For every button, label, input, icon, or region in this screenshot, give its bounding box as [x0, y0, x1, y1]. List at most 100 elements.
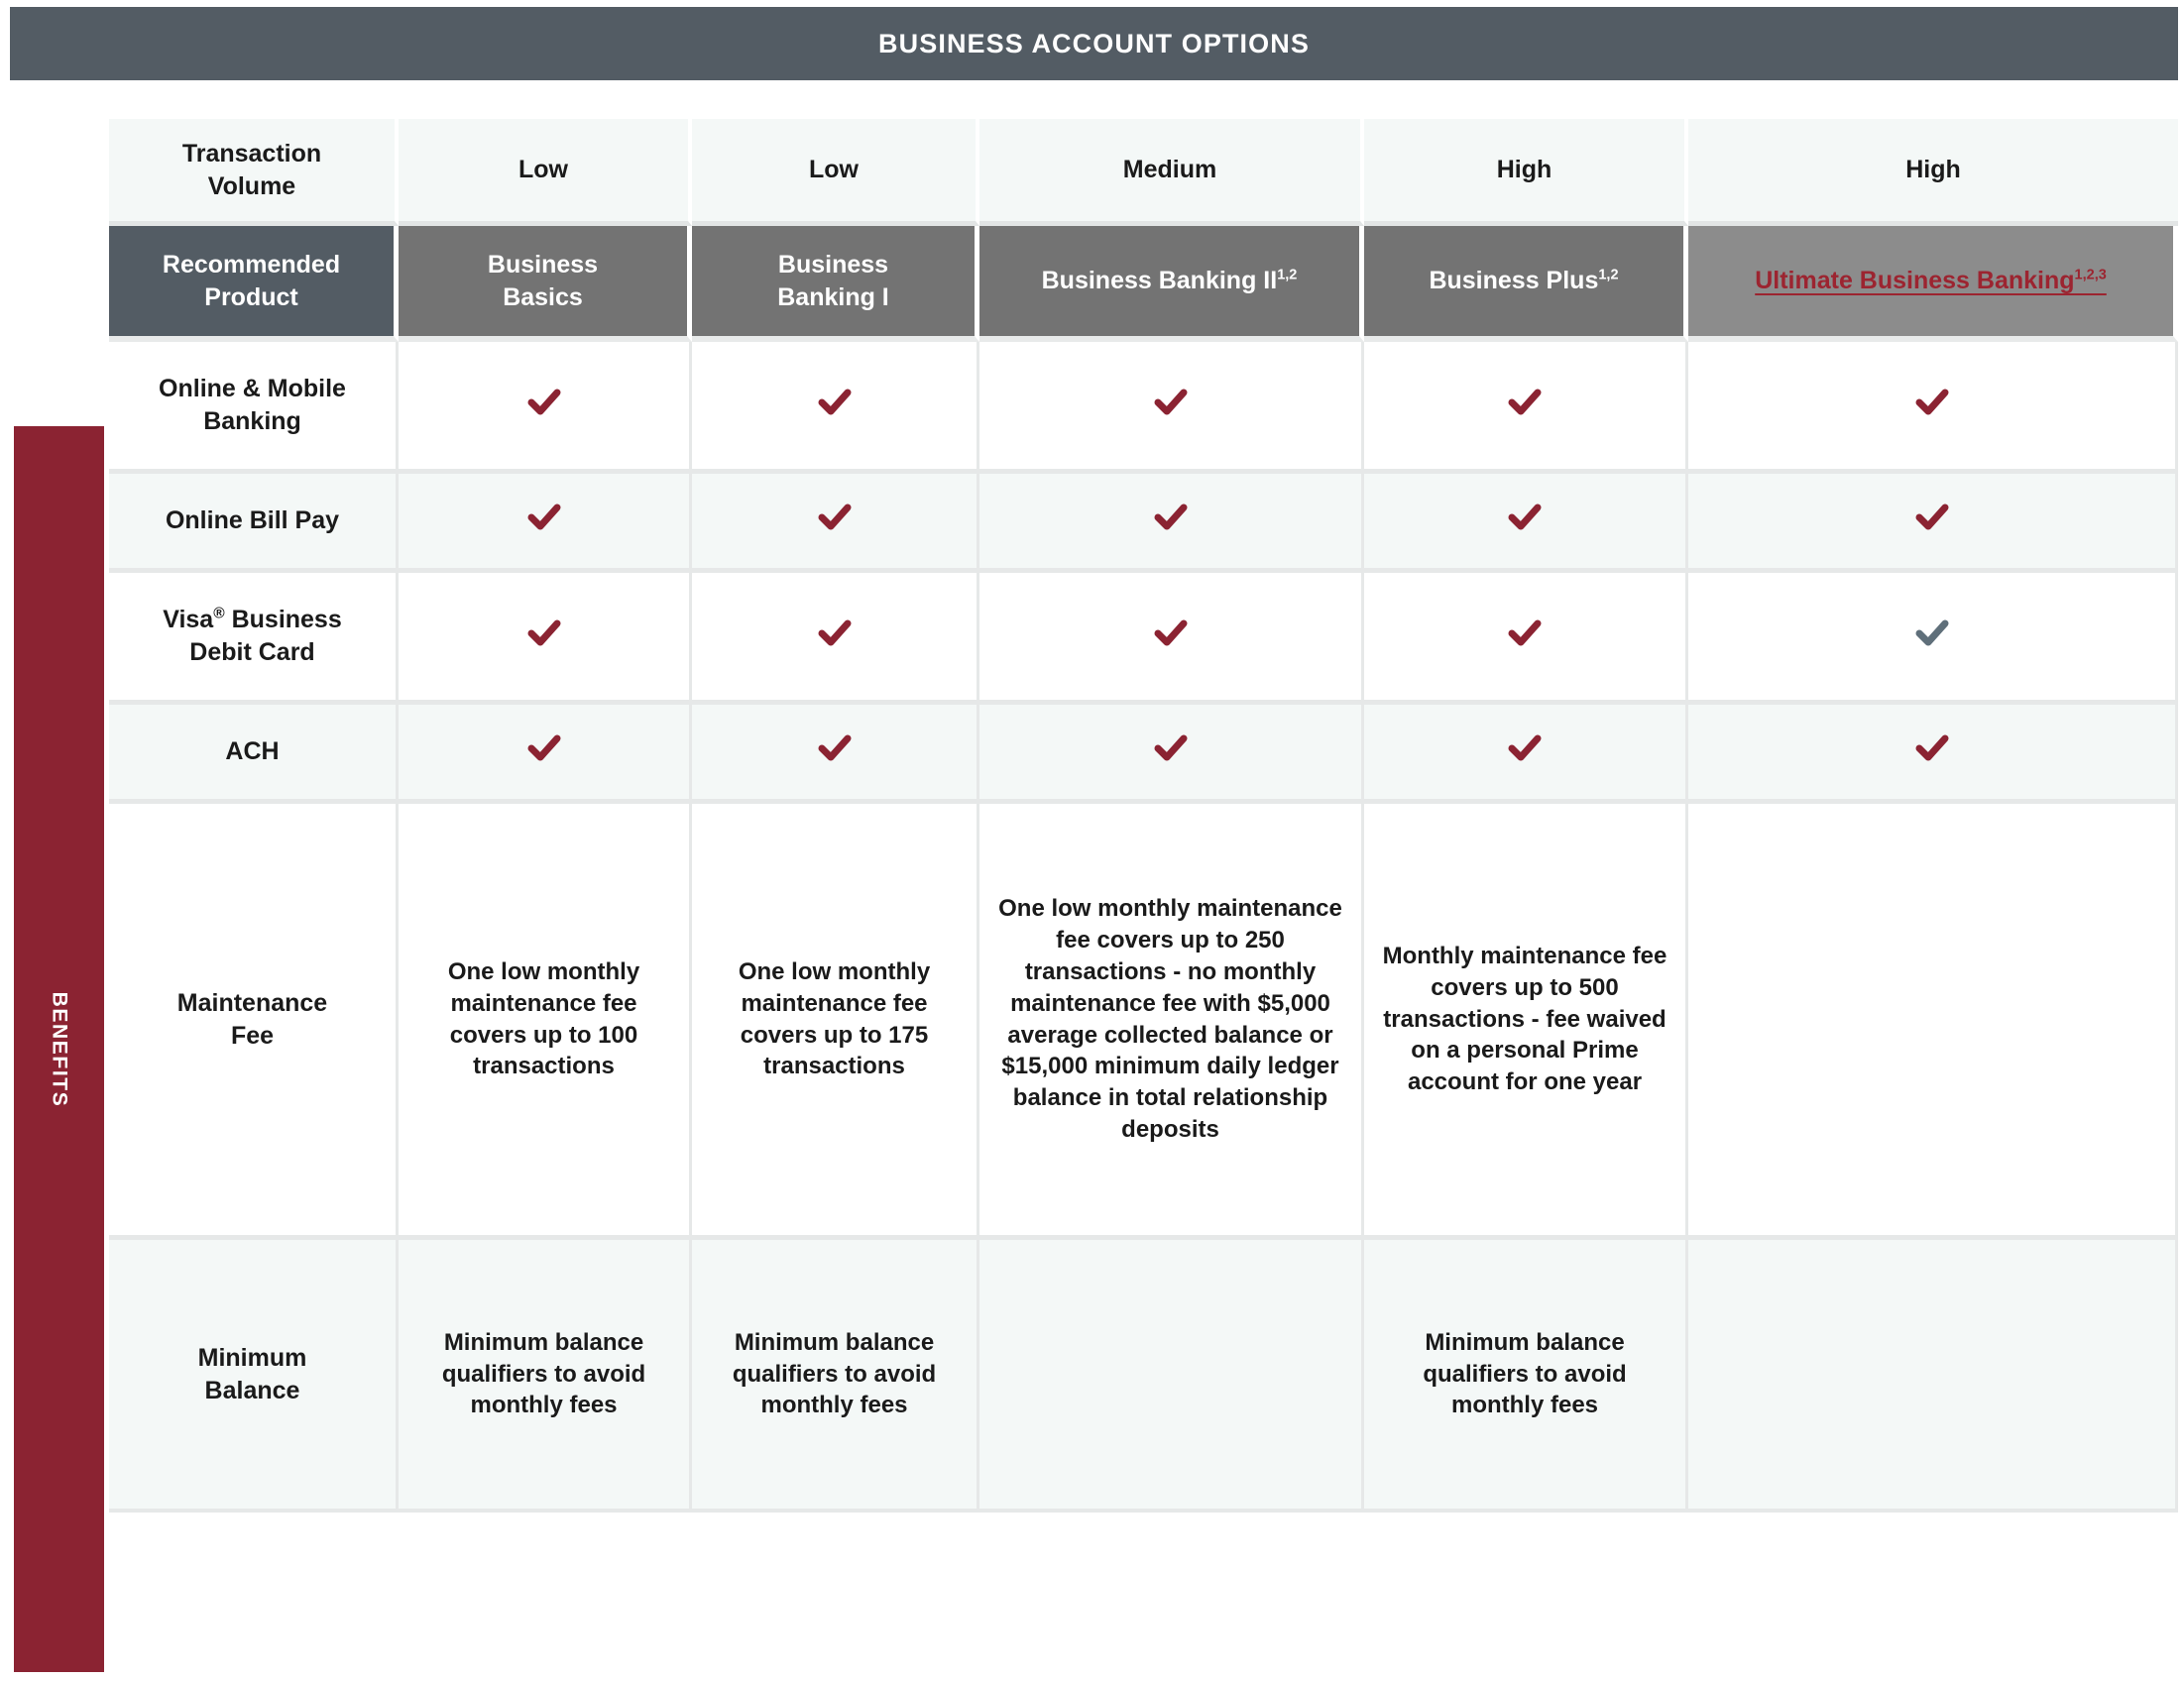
checkmark-icon [1503, 726, 1547, 769]
checkmark-icon [522, 380, 566, 423]
row-label-visa-suffix: Business [224, 606, 342, 633]
cell-volume-business-plus: High [1364, 119, 1688, 226]
cell-maintenance-fee-business-plus: Monthly maintenance fee covers up to 500… [1364, 804, 1688, 1240]
cell-maintenance-fee-ultimate-business-banking [1688, 804, 2178, 1240]
row-header-online-bill-pay: Online Bill Pay [109, 474, 399, 573]
comparison-table: Transaction Volume Low Low Medium High H… [109, 119, 2178, 1513]
cell-bill-pay-business-banking-i [692, 474, 979, 573]
row-label-line-1: ACH [225, 737, 280, 765]
product-header-business-banking-ii[interactable]: Business Banking II1,2 [979, 226, 1364, 342]
checkmark-icon [1910, 495, 1954, 538]
row-label-visa-prefix: Visa [163, 606, 214, 633]
cell-minimum-balance-business-banking-i: Minimum balance qualifiers to avoid mont… [692, 1240, 979, 1513]
ultimate-business-banking-link[interactable]: Ultimate Business Banking1,2,3 [1755, 267, 2107, 294]
row-label-line-1: Online & Mobile [159, 375, 346, 402]
product-name-line-1: Business [487, 250, 599, 279]
product-name-line-2: Basics [503, 282, 583, 311]
transaction-volume-line-1: Transaction [181, 139, 322, 168]
row-transaction-volume: Transaction Volume Low Low Medium High H… [109, 119, 2178, 226]
checkmark-icon [1910, 380, 1954, 423]
row-label-line-1: Online Bill Pay [165, 506, 340, 534]
cell-visa-debit-business-banking-i [692, 573, 979, 705]
cell-minimum-balance-business-plus: Minimum balance qualifiers to avoid mont… [1364, 1240, 1688, 1513]
checkmark-icon [1149, 495, 1193, 538]
row-label-line-2: Fee [230, 1021, 275, 1050]
product-header-business-plus[interactable]: Business Plus1,2 [1364, 226, 1688, 342]
product-name-line-1: Business [777, 250, 889, 279]
product-footnote-markers: 1,2 [1598, 267, 1619, 283]
checkmark-icon [1503, 380, 1547, 423]
checkmark-icon [522, 495, 566, 538]
checkmark-icon [1503, 495, 1547, 538]
row-header-minimum-balance: Minimum Balance [109, 1240, 399, 1513]
page-title-banner: BUSINESS ACCOUNT OPTIONS [10, 7, 2178, 80]
registered-trademark-icon: ® [213, 605, 225, 622]
comparison-table-wrap: Transaction Volume Low Low Medium High H… [109, 119, 2178, 1513]
cell-bill-pay-business-plus [1364, 474, 1688, 573]
product-name-line-2: Banking I [777, 282, 889, 311]
cell-bill-pay-business-banking-ii [979, 474, 1364, 573]
recommended-product-line-2: Product [204, 282, 298, 311]
row-header-maintenance-fee: Maintenance Fee [109, 804, 399, 1240]
cell-bill-pay-business-basics [399, 474, 692, 573]
checkmark-icon [813, 495, 857, 538]
row-header-transaction-volume: Transaction Volume [109, 119, 399, 226]
checkmark-icon [522, 611, 566, 654]
row-label-line-2: Banking [203, 407, 301, 435]
checkmark-icon [1149, 380, 1193, 423]
cell-online-mobile-business-plus [1364, 342, 1688, 474]
table-row: Visa® Business Debit Card [109, 573, 2178, 705]
cell-ach-ultimate-business-banking [1688, 705, 2178, 804]
transaction-volume-line-2: Volume [207, 171, 296, 200]
product-header-ultimate-business-banking[interactable]: Ultimate Business Banking1,2,3 [1688, 226, 2178, 342]
row-recommended-product: Recommended Product Business Basics Busi… [109, 226, 2178, 342]
table-row: ACH [109, 705, 2178, 804]
cell-bill-pay-ultimate-business-banking [1688, 474, 2178, 573]
cell-online-mobile-business-basics [399, 342, 692, 474]
row-label-line-2: Balance [204, 1376, 300, 1404]
row-label-line-1: Maintenance [176, 988, 328, 1017]
row-header-visa-business-debit-card: Visa® Business Debit Card [109, 573, 399, 705]
cell-maintenance-fee-business-banking-i: One low monthly maintenance fee covers u… [692, 804, 979, 1240]
cell-maintenance-fee-business-basics: One low monthly maintenance fee covers u… [399, 804, 692, 1240]
product-header-business-basics[interactable]: Business Basics [399, 226, 692, 342]
row-header-ach: ACH [109, 705, 399, 804]
cell-online-mobile-business-banking-i [692, 342, 979, 474]
cell-ach-business-basics [399, 705, 692, 804]
benefits-rail: BENEFITS [14, 426, 104, 1672]
table-row: Maintenance Fee One low monthly maintena… [109, 804, 2178, 1240]
row-header-online-mobile-banking: Online & Mobile Banking [109, 342, 399, 474]
checkmark-icon [1910, 726, 1954, 769]
product-name-line-1: Ultimate Business Banking [1755, 267, 2075, 294]
product-header-business-banking-i[interactable]: Business Banking I [692, 226, 979, 342]
account-comparison-page: BUSINESS ACCOUNT OPTIONS BENEFITS Transa… [0, 0, 2184, 1681]
cell-minimum-balance-ultimate-business-banking [1688, 1240, 2178, 1513]
cell-minimum-balance-business-basics: Minimum balance qualifiers to avoid mont… [399, 1240, 692, 1513]
row-label-line-1: Minimum [197, 1343, 307, 1372]
row-header-recommended-product: Recommended Product [109, 226, 399, 342]
recommended-product-line-1: Recommended [162, 250, 341, 279]
cell-visa-debit-business-basics [399, 573, 692, 705]
product-footnote-markers: 1,2,3 [2074, 267, 2107, 283]
cell-visa-debit-ultimate-business-banking [1688, 573, 2178, 705]
checkmark-icon [1503, 611, 1547, 654]
cell-ach-business-plus [1364, 705, 1688, 804]
cell-volume-business-banking-i: Low [692, 119, 979, 226]
checkmark-icon [1149, 611, 1193, 654]
checkmark-icon [522, 726, 566, 769]
page-title: BUSINESS ACCOUNT OPTIONS [878, 28, 1310, 58]
cell-volume-business-basics: Low [399, 119, 692, 226]
product-name-line-1: Business Plus [1429, 267, 1599, 294]
table-row: Minimum Balance Minimum balance qualifie… [109, 1240, 2178, 1513]
checkmark-muted-icon [1910, 611, 1954, 654]
cell-online-mobile-ultimate-business-banking [1688, 342, 2178, 474]
cell-visa-debit-business-banking-ii [979, 573, 1364, 705]
cell-ach-business-banking-ii [979, 705, 1364, 804]
cell-online-mobile-business-banking-ii [979, 342, 1364, 474]
cell-minimum-balance-business-banking-ii [979, 1240, 1364, 1513]
table-row: Online & Mobile Banking [109, 342, 2178, 474]
checkmark-icon [813, 726, 857, 769]
product-name-line-1: Business Banking II [1041, 267, 1278, 294]
cell-visa-debit-business-plus [1364, 573, 1688, 705]
product-footnote-markers: 1,2 [1277, 267, 1298, 283]
